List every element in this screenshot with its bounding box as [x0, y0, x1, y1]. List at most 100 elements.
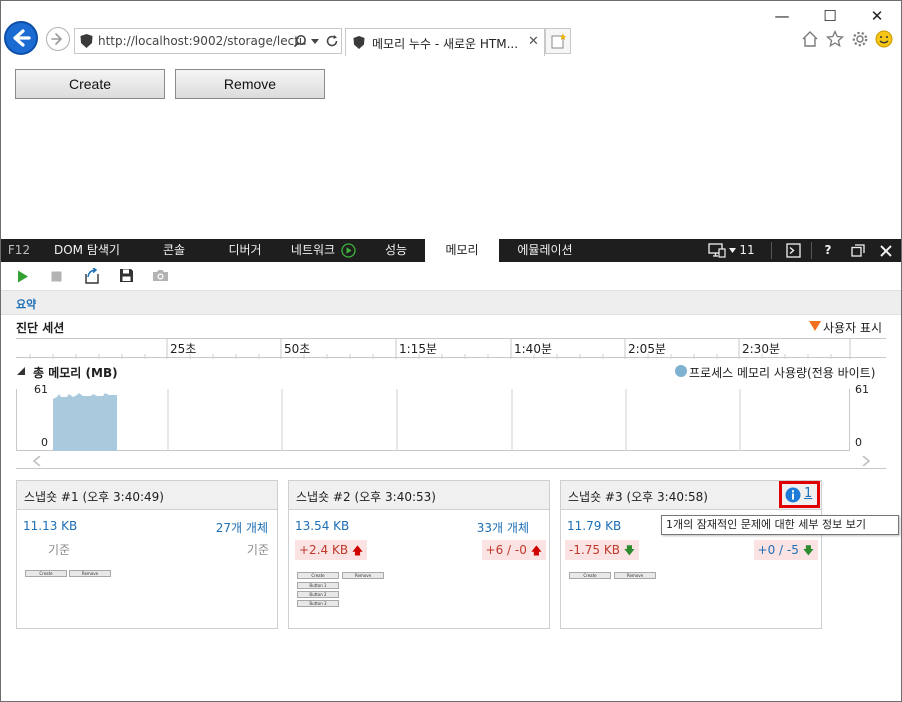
- dropdown-arrow-icon[interactable]: [311, 39, 319, 44]
- issues-tooltip: 1개의 잠재적인 문제에 대한 세부 정보 보기: [661, 515, 899, 535]
- time-tick-label: 2:30분: [742, 342, 780, 356]
- time-tick-label: 2:05분: [628, 342, 666, 356]
- tab-emulation[interactable]: 에뮬레이션: [505, 239, 585, 262]
- snapshot-heap-size[interactable]: 11.79 KB: [567, 519, 621, 533]
- refresh-icon[interactable]: [325, 34, 339, 48]
- take-snapshot-camera-icon[interactable]: [152, 269, 169, 282]
- tab-network[interactable]: 네트워크: [283, 239, 343, 262]
- thumbnail-create-button: Create: [25, 570, 67, 577]
- legend-label: 프로세스 메모리 사용량(전용 바이트): [689, 366, 876, 380]
- thumbnail-list-button: Button 2: [297, 591, 339, 598]
- snapshot-heap-size[interactable]: 13.54 KB: [295, 519, 349, 533]
- address-bar[interactable]: http://localhost:9002/storage/lectu: [74, 28, 342, 54]
- tab-favicon-icon: [353, 36, 365, 49]
- save-profile-icon[interactable]: [119, 268, 134, 283]
- network-play-icon: [341, 243, 356, 258]
- size-diff-badge[interactable]: +2.4 KB 🡅: [295, 540, 368, 560]
- devtools-tab-bar: F12 DOM 탐색기 콘솔 디버거 네트워크 성능 메모리 에뮬레이션 11 …: [1, 239, 901, 262]
- undock-icon[interactable]: [851, 244, 865, 257]
- thumbnail-remove-button: Remove: [614, 572, 656, 579]
- new-tab-icon: [551, 33, 566, 49]
- close-window-button[interactable]: ✕: [862, 4, 892, 28]
- new-tab-button[interactable]: [545, 28, 571, 54]
- summary-link[interactable]: 요약: [16, 296, 36, 312]
- issues-indicator-highlight[interactable]: 1: [779, 481, 820, 508]
- collapse-triangle-icon[interactable]: [17, 367, 25, 375]
- start-profiling-icon[interactable]: [17, 270, 29, 283]
- snapshot-title: 스냅숏 #2 (오후 3:40:53): [296, 490, 436, 504]
- memory-graph-plot: [53, 389, 741, 451]
- create-button[interactable]: Create: [15, 69, 165, 99]
- help-button[interactable]: ?: [821, 239, 835, 262]
- console-prompt-icon[interactable]: [786, 243, 801, 258]
- remove-button[interactable]: Remove: [175, 69, 325, 99]
- tab-console[interactable]: 콘솔: [149, 239, 199, 262]
- tab-close-button[interactable]: ✕: [528, 34, 539, 49]
- timeline-ruler[interactable]: 25초 50초 1:15분 1:40분 2:05분 2:30분: [16, 338, 886, 359]
- home-icon[interactable]: [801, 30, 819, 48]
- developer-tools-panel: F12 DOM 탐색기 콘솔 디버거 네트워크 성능 메모리 에뮬레이션 11 …: [1, 239, 901, 701]
- snapshot-header: 스냅숏 #2 (오후 3:40:53): [289, 481, 549, 510]
- increase-arrow-icon: 🡅: [530, 544, 542, 557]
- memory-usage-area: [53, 393, 117, 451]
- snapshot-title: 스냅숏 #3 (오후 3:40:58): [568, 490, 708, 504]
- objects-baseline-label: 기준: [246, 543, 269, 557]
- settings-gear-icon[interactable]: [851, 30, 869, 48]
- minimize-button[interactable]: —: [767, 4, 797, 28]
- scroll-right-icon[interactable]: [862, 456, 870, 466]
- objects-diff-badge[interactable]: +0 / -5 🡇: [753, 540, 818, 560]
- y-axis-max-right: 61: [855, 383, 869, 396]
- snapshot-object-count[interactable]: 27개 개체: [216, 519, 268, 536]
- import-profile-icon[interactable]: [84, 268, 100, 284]
- tab-debugger[interactable]: 디버거: [219, 239, 271, 262]
- snapshot-object-count[interactable]: 33개 개체: [477, 519, 529, 536]
- feedback-smiley-icon[interactable]: [875, 30, 893, 48]
- thumbnail-list-button: Button 3: [297, 600, 339, 607]
- maximize-button[interactable]: ☐: [815, 4, 845, 28]
- close-devtools-icon[interactable]: [880, 245, 892, 257]
- stop-profiling-icon[interactable]: [51, 271, 62, 282]
- back-button[interactable]: [4, 21, 38, 55]
- time-tick-label: 50초: [284, 342, 311, 356]
- snapshot-title: 스냅숏 #1 (오후 3:40:49): [24, 490, 164, 504]
- emulation-monitor-icon[interactable]: [708, 243, 726, 258]
- separator: [771, 242, 772, 259]
- user-marks-label[interactable]: 사용자 표시: [823, 319, 882, 336]
- size-diff-value: +2.4 KB: [299, 543, 349, 557]
- snapshot-card-2: 스냅숏 #2 (오후 3:40:53) 13.54 KB 33개 개체 +2.4…: [288, 480, 550, 629]
- site-shield-icon: [80, 34, 93, 48]
- size-diff-value: -1.75 KB: [569, 543, 620, 557]
- url-text[interactable]: http://localhost:9002/storage/lectu: [98, 34, 307, 48]
- memory-toolbar: [1, 262, 901, 290]
- tab-performance[interactable]: 성능: [371, 239, 421, 262]
- memory-graph[interactable]: [16, 389, 850, 451]
- snapshot-header: 스냅숏 #1 (오후 3:40:49): [17, 481, 277, 510]
- search-icon[interactable]: [293, 34, 307, 48]
- arrow-left-icon: [13, 29, 31, 47]
- thumbnail-remove-button: Remove: [342, 572, 384, 579]
- timeline-scrollbar[interactable]: [16, 452, 886, 469]
- decrease-arrow-icon: 🡇: [802, 544, 814, 557]
- tab-memory[interactable]: 메모리: [425, 239, 499, 262]
- favorites-star-icon[interactable]: [826, 30, 844, 48]
- tab-dom-explorer[interactable]: DOM 탐색기: [47, 239, 127, 262]
- browser-tab[interactable]: 메모리 누수 - 새로운 HTM... ✕: [345, 28, 545, 56]
- increase-arrow-icon: 🡅: [351, 544, 364, 557]
- objects-diff-value: +6 / -0: [485, 543, 527, 557]
- objects-diff-badge[interactable]: +6 / -0 🡅: [481, 540, 546, 560]
- scroll-left-icon[interactable]: [33, 456, 41, 466]
- time-tick-label: 25초: [170, 342, 197, 356]
- size-diff-badge[interactable]: -1.75 KB 🡇: [565, 540, 640, 560]
- snapshot-card-1: 스냅숏 #1 (오후 3:40:49) 11.13 KB 27개 개체 기준 기…: [16, 480, 278, 629]
- issues-count-link[interactable]: 1: [804, 486, 812, 501]
- forward-button[interactable]: [46, 27, 70, 51]
- time-tick-label: 1:40분: [514, 342, 552, 356]
- dropdown-arrow-icon[interactable]: [729, 248, 736, 253]
- info-icon: [785, 487, 801, 503]
- f12-label: F12: [7, 243, 31, 257]
- y-axis-min-right: 0: [855, 436, 862, 449]
- snapshot-heap-size[interactable]: 11.13 KB: [23, 519, 77, 533]
- thumbnail-create-button: Create: [569, 572, 611, 579]
- tab-title: 메모리 누수 - 새로운 HTM...: [372, 37, 519, 51]
- legend-swatch: [675, 365, 687, 377]
